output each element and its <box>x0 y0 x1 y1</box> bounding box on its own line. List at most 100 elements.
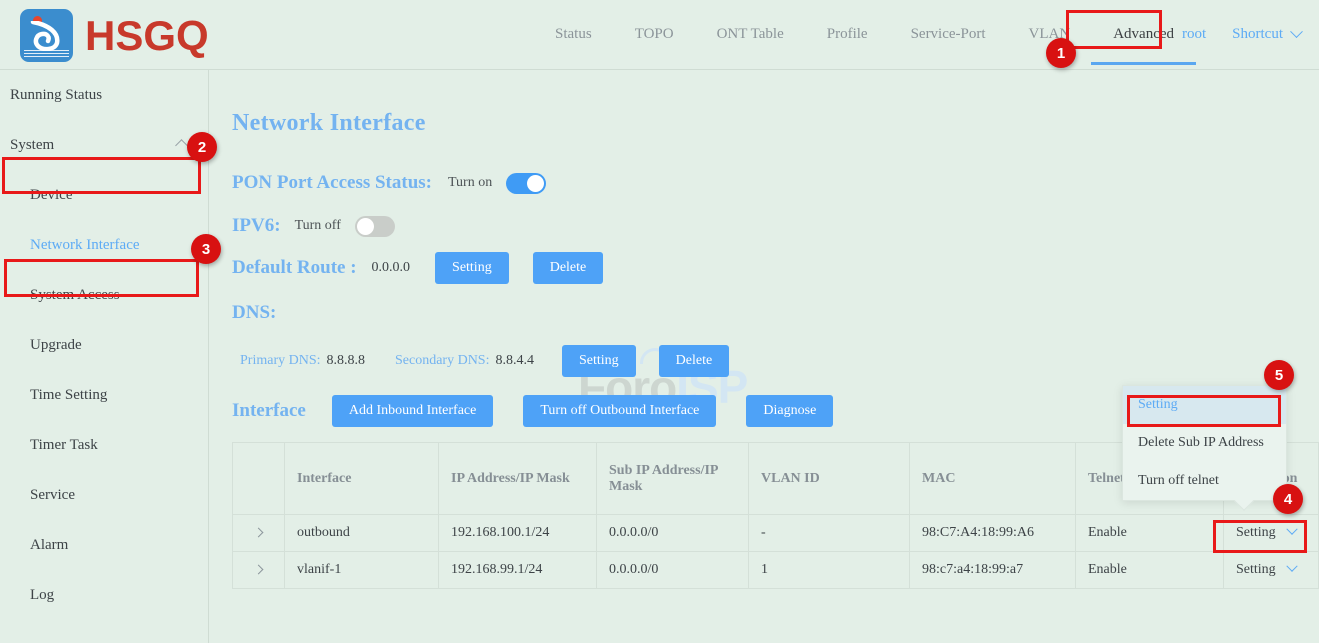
cell-interface: outbound <box>285 515 439 552</box>
primary-dns-value: 8.8.8.8 <box>327 353 366 369</box>
sidebar-item-log[interactable]: Log <box>0 570 208 620</box>
sidebar-item-service[interactable]: Service <box>0 470 208 520</box>
page-title: Network Interface <box>232 110 426 137</box>
brand-name: HSGQ <box>85 12 209 60</box>
row-setting-dropdown-trigger[interactable]: Setting <box>1224 552 1319 589</box>
sidebar-item-system-label: System <box>10 137 54 153</box>
sidebar-item-alarm[interactable]: Alarm <box>0 520 208 570</box>
sidebar-item-system[interactable]: System <box>0 120 208 170</box>
pon-port-state-text: Turn on <box>448 175 492 191</box>
col-ip-address: IP Address/IP Mask <box>439 443 597 515</box>
top-nav-right: root Shortcut <box>1182 0 1301 69</box>
cell-sub-ip-address: 0.0.0.0/0 <box>597 552 749 589</box>
annotation-number-4: 4 <box>1273 484 1303 514</box>
dns-setting-button[interactable]: Setting <box>562 345 636 377</box>
table-row: outbound 192.168.100.1/24 0.0.0.0/0 - 98… <box>233 515 1319 552</box>
main-content: ForoISP Network Interface PON Port Acces… <box>210 70 1319 643</box>
sidebar: Running Status System Device Network Int… <box>0 70 209 643</box>
top-header: HSGQ Status TOPO ONT Table Profile Servi… <box>0 0 1319 70</box>
sidebar-item-device[interactable]: Device <box>0 170 208 220</box>
top-nav: Status TOPO ONT Table Profile Service-Po… <box>555 0 1217 69</box>
dns-label: DNS: <box>232 302 276 323</box>
logo-swoosh-icon <box>29 21 65 51</box>
ipv6-row: IPV6: Turn off <box>232 215 395 237</box>
row-setting-label: Setting <box>1236 525 1276 540</box>
cell-ip-address: 192.168.100.1/24 <box>439 515 597 552</box>
annotation-number-2: 2 <box>187 132 217 162</box>
toggle-knob <box>527 175 544 192</box>
nav-item-status[interactable]: Status <box>555 0 592 69</box>
chevron-up-icon <box>175 139 188 152</box>
nav-item-profile[interactable]: Profile <box>827 0 868 69</box>
sidebar-item-upgrade[interactable]: Upgrade <box>0 320 208 370</box>
pon-port-row: PON Port Access Status: Turn on <box>232 172 546 194</box>
default-route-row: Default Route : 0.0.0.0 Setting Delete <box>232 252 603 284</box>
cell-vlan-id: 1 <box>749 552 910 589</box>
row-setting-label: Setting <box>1236 562 1276 577</box>
default-route-delete-button[interactable]: Delete <box>533 252 604 284</box>
diagnose-button[interactable]: Diagnose <box>746 395 833 427</box>
dns-section-label-row: DNS: <box>232 302 276 324</box>
toggle-knob <box>357 218 374 235</box>
default-route-setting-button[interactable]: Setting <box>435 252 509 284</box>
user-menu[interactable]: root <box>1182 26 1206 43</box>
brand-logo[interactable]: HSGQ <box>20 9 209 62</box>
secondary-dns-label: Secondary DNS: <box>395 353 490 369</box>
hsgq-logo-icon <box>20 9 73 62</box>
chevron-down-icon <box>1286 561 1297 572</box>
ipv6-toggle[interactable] <box>355 216 395 237</box>
interface-toolbar-row: Interface Add Inbound Interface Turn off… <box>232 395 833 427</box>
shortcut-menu[interactable]: Shortcut <box>1232 26 1301 43</box>
cell-mac: 98:C7:A4:18:99:A6 <box>910 515 1076 552</box>
sidebar-item-time-setting[interactable]: Time Setting <box>0 370 208 420</box>
col-expand <box>233 443 285 515</box>
cell-sub-ip-address: 0.0.0.0/0 <box>597 515 749 552</box>
chevron-right-icon <box>254 565 264 575</box>
dropdown-item-turn-off-telnet[interactable]: Turn off telnet <box>1123 462 1286 500</box>
dns-delete-button[interactable]: Delete <box>659 345 730 377</box>
cell-telnet-status: Enable <box>1076 515 1224 552</box>
primary-dns-label: Primary DNS: <box>240 353 321 369</box>
pon-port-toggle[interactable] <box>506 173 546 194</box>
cell-ip-address: 192.168.99.1/24 <box>439 552 597 589</box>
logo-lines <box>24 50 69 59</box>
default-route-value: 0.0.0.0 <box>372 260 411 276</box>
cell-telnet-status: Enable <box>1076 552 1224 589</box>
col-mac: MAC <box>910 443 1076 515</box>
col-sub-ip-address: Sub IP Address/IP Mask <box>597 443 749 515</box>
chevron-right-icon <box>254 528 264 538</box>
sidebar-item-timer-task[interactable]: Timer Task <box>0 420 208 470</box>
row-action-dropdown-menu: Setting Delete Sub IP Address Turn off t… <box>1122 385 1287 501</box>
turn-off-outbound-interface-button[interactable]: Turn off Outbound Interface <box>523 395 716 427</box>
annotation-number-1: 1 <box>1046 38 1076 68</box>
row-expand-toggle[interactable] <box>233 552 285 589</box>
dropdown-item-setting[interactable]: Setting <box>1123 386 1286 424</box>
secondary-dns-value: 8.8.4.4 <box>496 353 535 369</box>
chevron-down-icon <box>1286 524 1297 535</box>
add-inbound-interface-button[interactable]: Add Inbound Interface <box>332 395 494 427</box>
shortcut-label: Shortcut <box>1232 26 1283 43</box>
default-route-label: Default Route : <box>232 257 357 279</box>
pon-port-label: PON Port Access Status: <box>232 172 432 194</box>
cell-vlan-id: - <box>749 515 910 552</box>
interface-label: Interface <box>232 400 306 422</box>
app-root: HSGQ Status TOPO ONT Table Profile Servi… <box>0 0 1319 643</box>
sidebar-item-running-status[interactable]: Running Status <box>0 70 208 120</box>
row-expand-toggle[interactable] <box>233 515 285 552</box>
sidebar-item-network-interface[interactable]: Network Interface <box>0 220 208 270</box>
dns-values-row: Primary DNS: 8.8.8.8 Secondary DNS: 8.8.… <box>240 345 729 377</box>
nav-item-topo[interactable]: TOPO <box>635 0 674 69</box>
dropdown-item-delete-sub-ip-address[interactable]: Delete Sub IP Address <box>1123 424 1286 462</box>
table-row: vlanif-1 192.168.99.1/24 0.0.0.0/0 1 98:… <box>233 552 1319 589</box>
ipv6-label: IPV6: <box>232 215 281 237</box>
ipv6-state-text: Turn off <box>295 218 341 234</box>
annotation-number-5: 5 <box>1264 360 1294 390</box>
nav-item-service-port[interactable]: Service-Port <box>911 0 986 69</box>
row-setting-dropdown-trigger[interactable]: Setting <box>1224 515 1319 552</box>
nav-item-advanced[interactable]: Advanced <box>1113 0 1174 69</box>
cell-mac: 98:c7:a4:18:99:a7 <box>910 552 1076 589</box>
sidebar-item-system-access[interactable]: System Access <box>0 270 208 320</box>
nav-item-ont-table[interactable]: ONT Table <box>717 0 784 69</box>
col-vlan-id: VLAN ID <box>749 443 910 515</box>
cell-interface: vlanif-1 <box>285 552 439 589</box>
